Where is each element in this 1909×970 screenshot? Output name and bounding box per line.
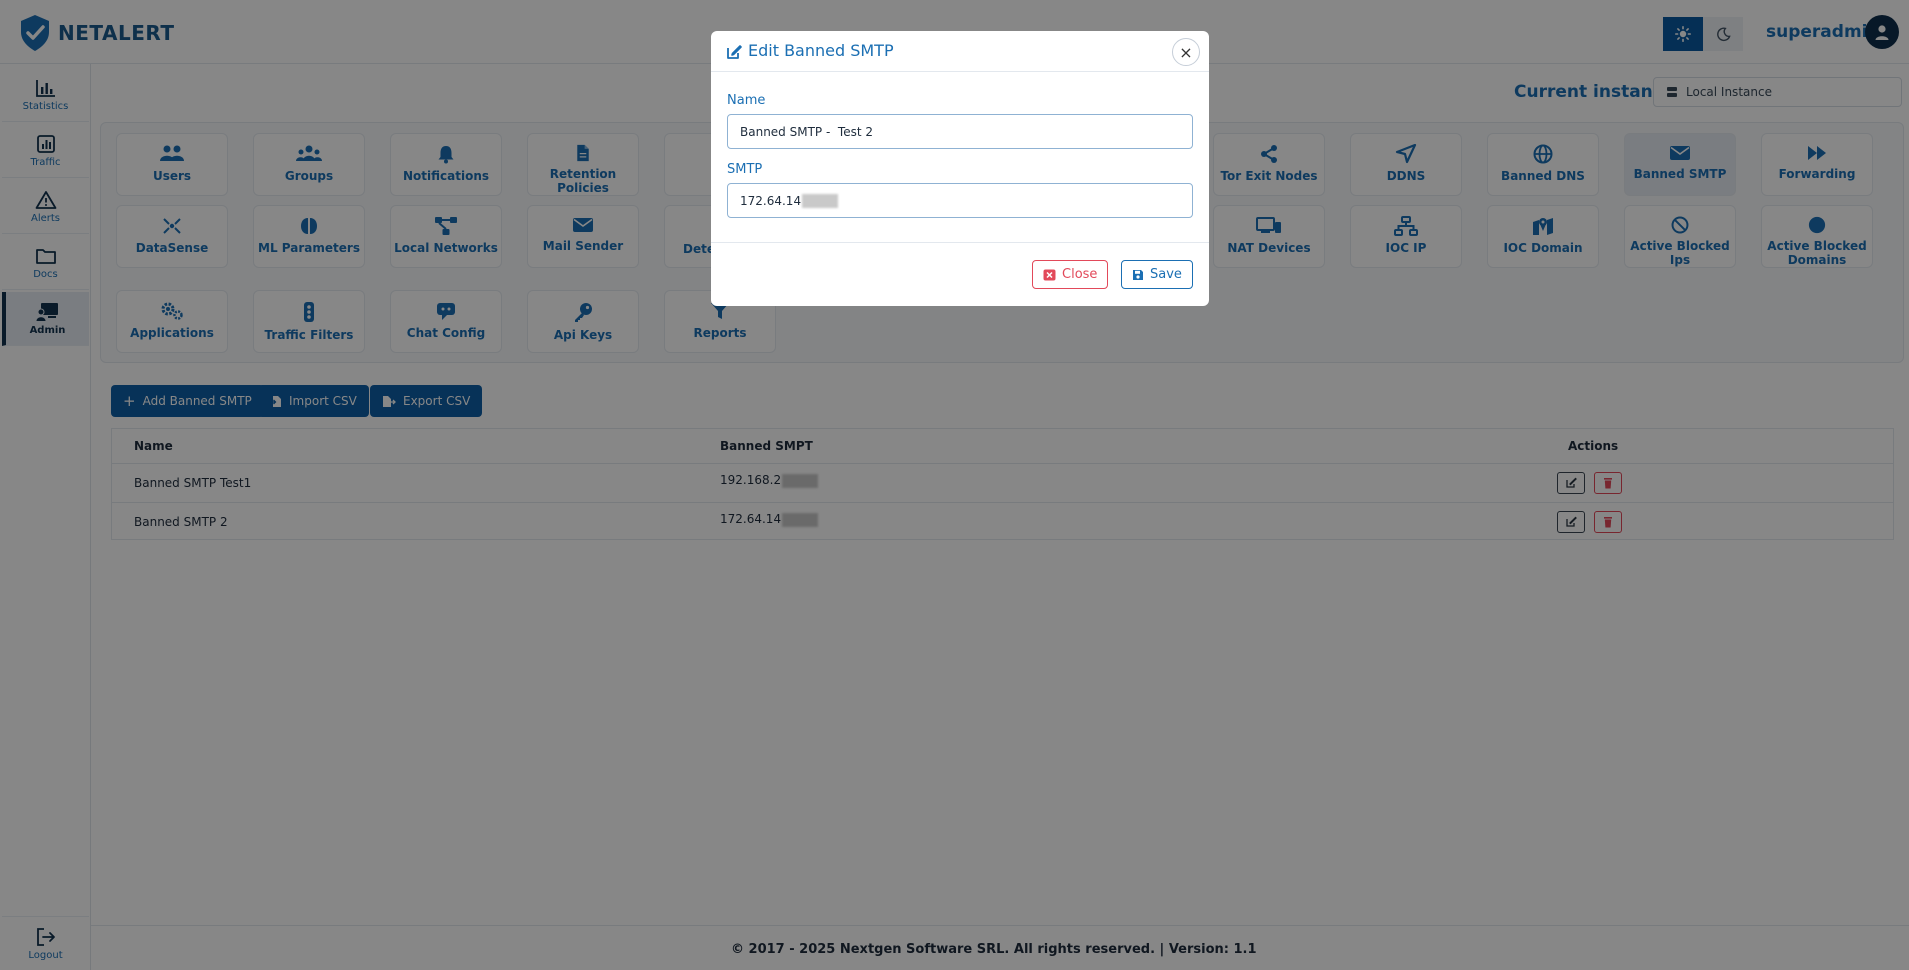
modal-header: Edit Banned SMTP × [711,31,1209,72]
name-field-label: Name [727,93,766,108]
smtp-field[interactable]: 172.64.14 [727,183,1193,218]
modal-title: Edit Banned SMTP [748,41,894,60]
smtp-field-label: SMTP [727,162,763,177]
edit-banned-smtp-modal: Edit Banned SMTP × Name Banned SMTP - Te… [711,31,1209,306]
modal-divider [711,242,1209,243]
save-button-label: Save [1150,267,1182,282]
smtp-field-value: 172.64.14 [740,193,802,208]
edit-icon [727,45,742,59]
name-field[interactable]: Banned SMTP - Test 2 [727,114,1193,149]
save-button[interactable]: Save [1121,260,1193,289]
close-button[interactable]: Close [1032,260,1109,289]
save-icon [1133,269,1143,280]
close-icon[interactable]: × [1172,38,1200,66]
name-field-value: Banned SMTP - Test 2 [740,124,874,139]
close-square-icon [1043,269,1056,280]
close-button-label: Close [1062,267,1098,282]
redacted-blur [802,193,839,208]
